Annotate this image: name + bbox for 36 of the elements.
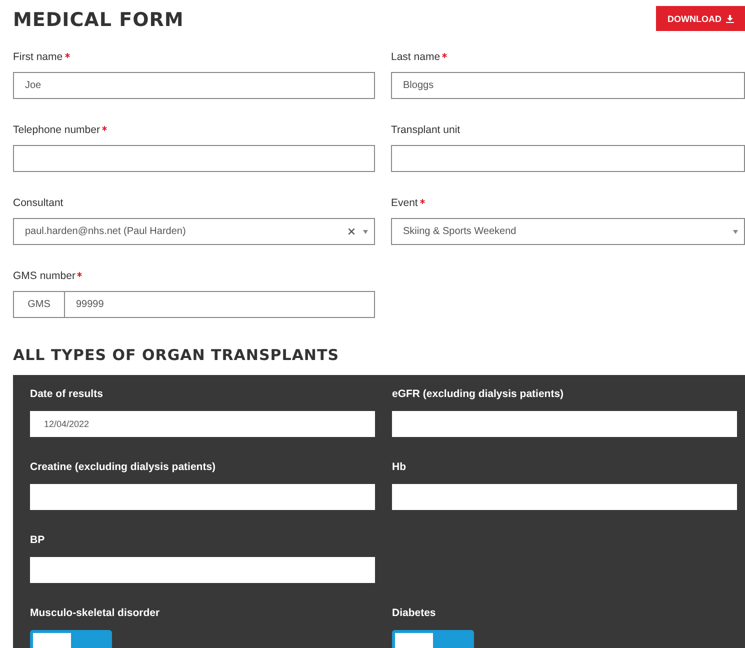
field-label: BP <box>30 534 46 548</box>
field-label: Event <box>391 197 418 209</box>
input-field[interactable] <box>30 557 375 583</box>
input-field[interactable]: GMS 99999 <box>13 291 375 318</box>
field-label: GMS number <box>13 270 76 282</box>
input-field[interactable] <box>391 145 745 172</box>
input-field[interactable] <box>392 484 737 510</box>
field-label: Consultant <box>13 197 64 209</box>
download-button[interactable]: DOWNLOAD <box>656 6 745 31</box>
input-field[interactable]: Bloggs <box>391 72 745 99</box>
field-label: Hb <box>392 461 407 475</box>
field-label: Transplant unit <box>391 124 460 136</box>
field-label: First name <box>13 51 63 63</box>
caret-icon <box>733 230 738 234</box>
select-field[interactable]: paul.harden@nhs.net (Paul Harden) <box>13 218 375 245</box>
section-title: ALL TYPES OF ORGAN TRANSPLANTS <box>13 346 340 364</box>
input-field[interactable] <box>13 145 375 172</box>
field-label: Creatine (excluding dialysis patients) <box>30 461 217 475</box>
input-field[interactable] <box>30 484 375 510</box>
prefix-label: GMS <box>14 292 65 317</box>
page-title: MEDICAL FORM <box>13 9 184 31</box>
download-icon <box>726 14 734 22</box>
field-label: Last name <box>391 51 440 63</box>
input-field[interactable] <box>392 411 737 437</box>
field-label: Diabetes <box>392 607 437 621</box>
field-label: eGFR (excluding dialysis patients) <box>392 388 565 402</box>
clear-icon[interactable] <box>348 228 355 235</box>
input-field[interactable]: Joe <box>13 72 375 99</box>
field-label: Telephone number <box>13 124 100 136</box>
toggle-switch[interactable] <box>30 630 112 648</box>
toggle-switch[interactable] <box>392 630 474 648</box>
caret-icon <box>363 230 368 234</box>
field-label: Date of results <box>30 388 104 402</box>
input-field[interactable]: 12/04/2022 <box>30 411 375 437</box>
select-field[interactable]: Skiing & Sports Weekend <box>391 218 745 245</box>
field-label: Musculo-skeletal disorder <box>30 607 161 621</box>
